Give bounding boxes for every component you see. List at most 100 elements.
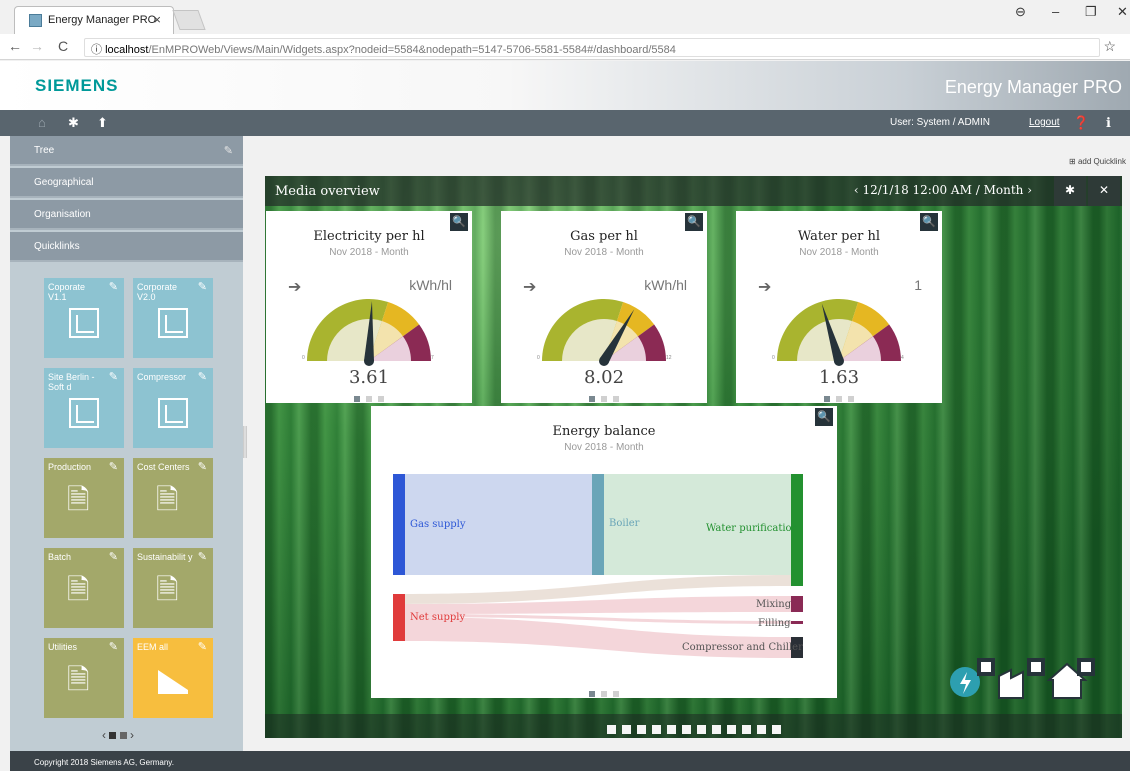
dashboard-pager[interactable] [265,714,1122,738]
restore-button[interactable]: ❐ [1085,4,1097,20]
edit-pencil-icon[interactable]: ✎ [109,372,118,383]
quicklink-tile[interactable]: Site Berlin - Soft d ✎ [44,368,124,448]
energy-media-icon[interactable] [947,654,999,700]
edit-pencil-icon[interactable]: ✎ [198,552,207,563]
node-boiler [592,474,604,575]
dashboard-settings-icon[interactable]: ✱ [1054,176,1086,206]
card-pager[interactable] [736,389,942,407]
quicklink-tile[interactable]: Sustainabilit y ✎ 🗎 [133,548,213,628]
label-net-supply: Net supply [410,612,466,623]
chart-icon [156,666,190,701]
gauge-hub [834,356,844,366]
document-icon: 🗎 [67,664,90,695]
edit-pencil-icon[interactable]: ✎ [109,282,118,293]
quicklink-tile[interactable]: Cost Centers ✎ 🗎 [133,458,213,538]
nav-quicklinks[interactable]: Quicklinks [10,232,243,262]
gauge-dial [307,299,431,366]
nav-geographical[interactable]: Geographical [10,168,243,198]
settings-gear-icon[interactable]: ✱ [68,115,79,131]
gauge-hub [599,356,609,366]
gauge-max: 4 [901,355,904,361]
browser-tab[interactable]: Energy Manager PRO × [14,6,174,34]
report-icon [158,398,188,428]
dashboard-panel: Media overview ‹ 12/1/18 12:00 AM / Mont… [265,176,1122,738]
reload-icon[interactable]: C [58,38,68,54]
tile-label: Batch [48,552,72,562]
edit-pencil-icon[interactable]: ✎ [109,552,118,563]
browser-tab-bar: Energy Manager PRO × ⊖ – ❐ ✕ [0,0,1130,34]
siemens-logo: SIEMENS [35,76,119,95]
node-net-supply [393,594,405,641]
edit-pencil-icon[interactable]: ✎ [109,642,118,653]
quicklink-tile[interactable]: EEM all ✎ [133,638,213,718]
home-icon[interactable]: ⌂ [38,115,46,130]
tile-label: EEM all [137,642,169,652]
gauge-card: 🔍 Water per hl Nov 2018 - Month ➔ 1 0 4 1.63 [736,211,942,403]
fullscreen-icon[interactable]: ✕ [1088,176,1120,206]
profile-icon[interactable]: ⊖ [1015,4,1026,20]
document-icon: 🗎 [156,484,179,515]
quicklink-pager[interactable]: ‹ › [102,728,134,742]
tile-label: Corporate V2.0 [137,282,178,302]
document-icon: 🗎 [67,484,90,515]
edit-pencil-icon[interactable]: ✎ [198,372,207,383]
card-pager[interactable] [266,389,472,407]
logout-link[interactable]: Logout [1029,117,1060,128]
label-gas-supply: Gas supply [410,519,466,530]
footer: Copyright 2018 Siemens AG, Germany. [10,751,1130,771]
address-bar: ← → C ⓘ localhost/EnMPROWeb/Views/Main/W… [0,34,1130,60]
energy-balance-card: 🔍 Energy balance Nov 2018 - Month Gas su… [371,406,837,698]
quicklink-tile[interactable]: Batch ✎ 🗎 [44,548,124,628]
edit-pencil-icon[interactable]: ✎ [198,462,207,473]
gauge-dial [777,299,901,366]
help-icon[interactable]: ❓ [1073,115,1089,131]
card-pager[interactable] [501,389,707,407]
edit-pencil-icon[interactable]: ✎ [198,642,207,653]
back-icon[interactable]: ← [8,38,22,54]
nav-tree[interactable]: Tree ✎ [10,136,243,166]
upload-icon[interactable]: ⬆ [97,115,108,131]
quicklink-tile[interactable]: Production ✎ 🗎 [44,458,124,538]
gauge-dial [542,299,666,366]
edit-pencil-icon[interactable]: ✎ [198,282,207,293]
forward-icon[interactable]: → [30,38,44,54]
quicklink-tile[interactable]: Utilities ✎ 🗎 [44,638,124,718]
quicklink-tile[interactable]: Corporate V2.0 ✎ [133,278,213,358]
quicklink-tile[interactable]: Coporate V1.1 ✎ [44,278,124,358]
node-filling [791,621,803,624]
tile-label: Utilities [48,642,78,652]
minimize-button[interactable]: – [1052,4,1059,19]
report-icon [69,308,99,338]
gauge-value: 8.02 [583,367,625,388]
gauge-max: 7 [431,355,434,361]
info-icon[interactable]: ℹ [1106,115,1111,131]
gauge-min: 0 [772,355,775,361]
bookmark-star-icon[interactable]: ☆ [1103,38,1116,55]
period-navigator[interactable]: ‹ 12/1/18 12:00 AM / Month › [854,183,1032,197]
nav-organisation[interactable]: Organisation [10,200,243,230]
gauge-value: 1.63 [818,367,860,388]
tile-label: Site Berlin - Soft d [48,372,95,392]
card-pager[interactable] [371,684,837,702]
gauge-card: 🔍 Electricity per hl Nov 2018 - Month ➔ kWh/… [266,211,472,403]
label-filling: Filling [758,618,791,629]
edit-pencil-icon[interactable]: ✎ [224,144,233,157]
dashboard-header: Media overview ‹ 12/1/18 12:00 AM / Mont… [265,176,1122,206]
add-quicklink-button[interactable]: ⊞ add Quicklink [1069,157,1126,166]
gauge-value: 3.61 [348,367,390,388]
new-tab-button[interactable] [172,10,206,30]
factory-icon[interactable] [997,654,1049,700]
document-icon: 🗎 [67,574,90,605]
report-icon [69,398,99,428]
node-mixing [791,596,803,612]
close-tab-icon[interactable]: × [153,12,161,27]
edit-pencil-icon[interactable]: ✎ [109,462,118,473]
dashboard-title: Media overview [275,184,380,199]
gauge-min: 0 [302,355,305,361]
url-input[interactable]: ⓘ localhost/EnMPROWeb/Views/Main/Widgets… [84,38,1100,57]
nav-label: Organisation [34,209,91,220]
quicklink-tile[interactable]: Compressor ✎ [133,368,213,448]
close-window-button[interactable]: ✕ [1117,4,1128,20]
building-icon[interactable] [1046,654,1099,700]
tile-label: Sustainabilit y [137,552,193,562]
